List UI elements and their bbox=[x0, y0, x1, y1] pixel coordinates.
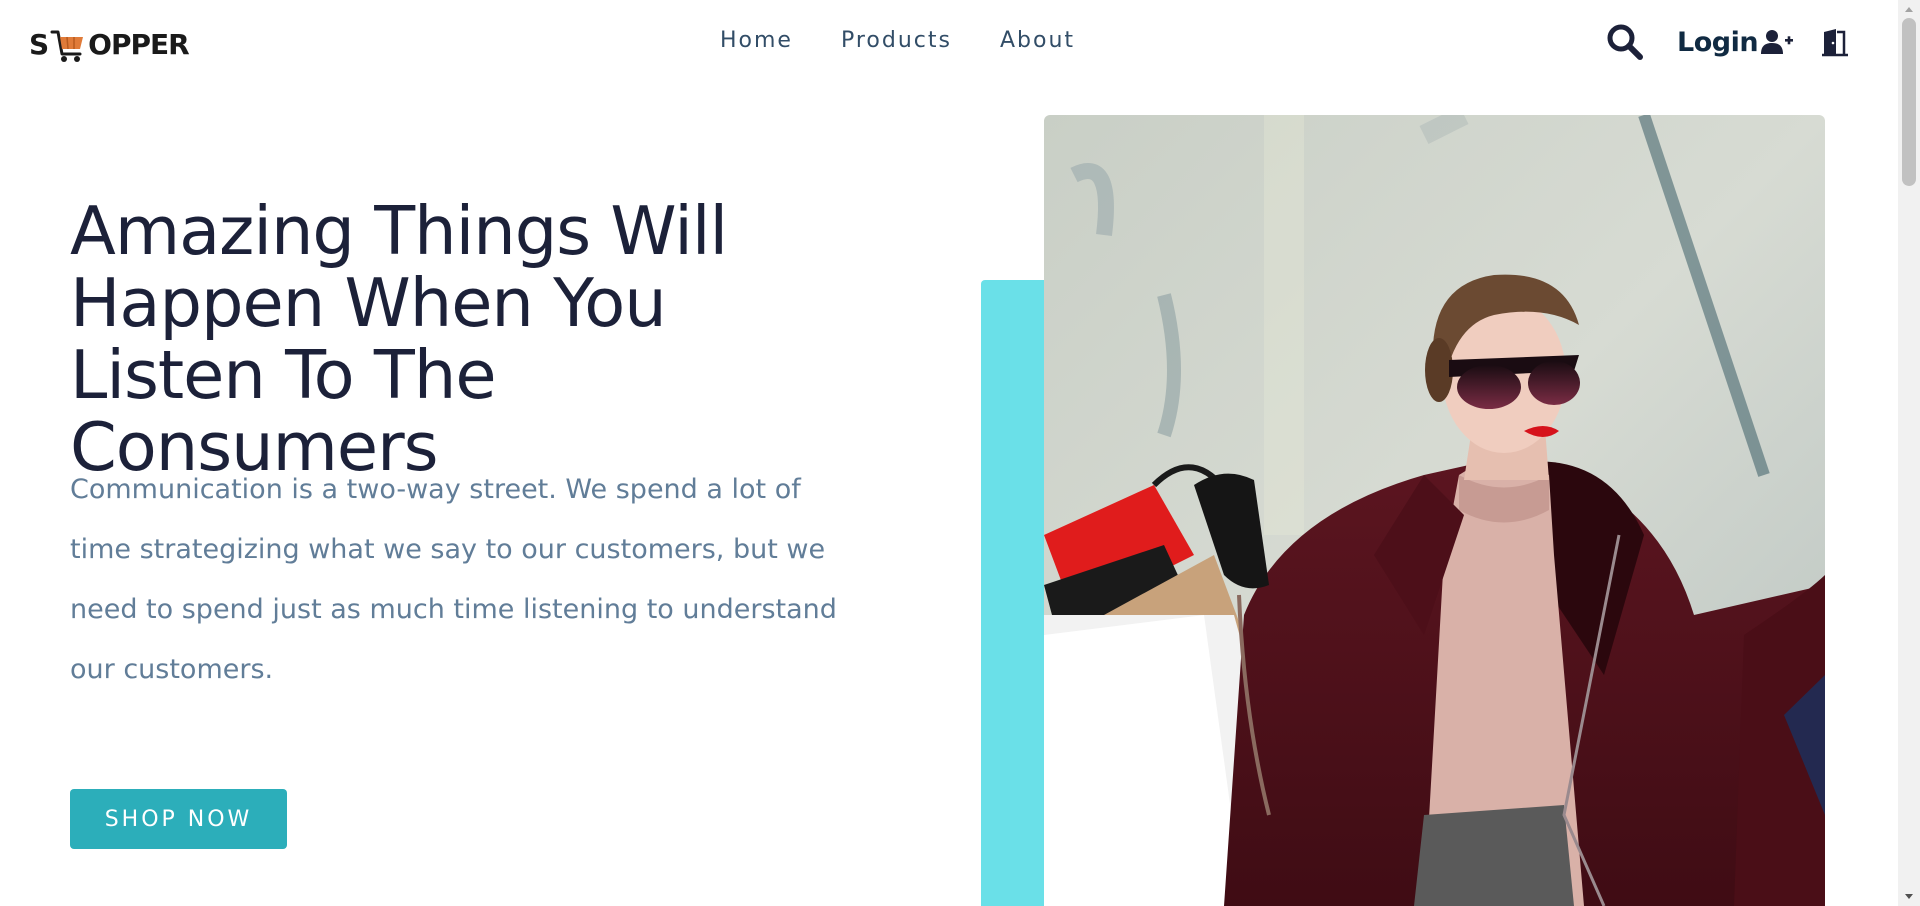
nav-links: Home Products About bbox=[720, 28, 1075, 53]
nav-item-products: Products bbox=[841, 28, 952, 53]
hero-accent-bar bbox=[981, 280, 1051, 906]
logo-text-left: S bbox=[29, 27, 49, 61]
hero-image bbox=[1044, 115, 1825, 906]
header-actions: Login bbox=[1605, 22, 1850, 62]
login-label: Login bbox=[1677, 26, 1759, 58]
nav-item-about: About bbox=[1000, 28, 1075, 53]
page-scrollbar[interactable] bbox=[1898, 0, 1920, 906]
navbar: S OPPER Home Products About Login bbox=[0, 0, 1898, 90]
hero-description: Communication is a two-way street. We sp… bbox=[70, 474, 837, 685]
door-exit-icon[interactable] bbox=[1820, 27, 1850, 57]
scroll-up-icon[interactable] bbox=[1898, 0, 1920, 18]
logo[interactable]: S OPPER bbox=[29, 19, 190, 69]
scroll-down-icon[interactable] bbox=[1898, 888, 1920, 906]
hero-title: Amazing Things Will Happen When You List… bbox=[70, 192, 728, 486]
logo-text-right: OPPER bbox=[88, 27, 190, 61]
scroll-thumb[interactable] bbox=[1902, 18, 1916, 186]
login-button[interactable]: Login bbox=[1677, 27, 1794, 58]
nav-link-products[interactable]: Products bbox=[841, 28, 952, 53]
nav-item-home: Home bbox=[720, 28, 793, 53]
nav-link-home[interactable]: Home bbox=[720, 28, 793, 53]
shop-now-button[interactable]: SHOP NOW bbox=[70, 789, 287, 849]
shopping-cart-icon bbox=[50, 30, 84, 62]
nav-link-about[interactable]: About bbox=[1000, 28, 1075, 53]
user-plus-icon bbox=[1761, 30, 1794, 54]
shopping-woman-illustration bbox=[1044, 115, 1825, 906]
search-icon[interactable] bbox=[1605, 22, 1645, 62]
